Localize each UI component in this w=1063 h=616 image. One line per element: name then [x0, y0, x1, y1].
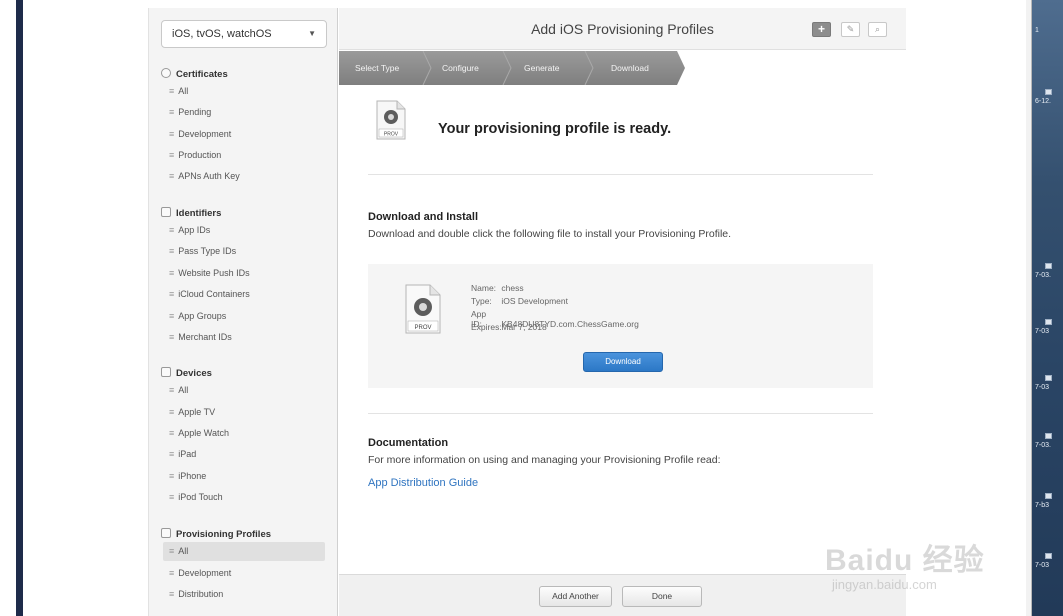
divider: [368, 413, 873, 414]
profile-type: iOS Development: [501, 296, 568, 306]
sidebar-item-merchant-ids[interactable]: ≡ Merchant IDs: [163, 328, 325, 347]
main-content: Add iOS Provisioning Profiles + ✎ ⌕ Sele…: [339, 8, 906, 616]
certificate-icon: [161, 68, 171, 78]
step-download: Download: [611, 63, 649, 73]
ready-message: Your provisioning profile is ready.: [438, 121, 672, 137]
desktop-file-item[interactable]: 7-03: [1035, 374, 1061, 392]
section-certificates[interactable]: Certificates: [161, 68, 228, 80]
pencil-icon: ✎: [846, 24, 855, 34]
sidebar-item-pass-type-ids[interactable]: ≡ Pass Type IDs: [163, 242, 325, 261]
sidebar-item-pending[interactable]: ≡ Pending: [163, 103, 325, 122]
divider: [368, 174, 873, 175]
step-progress-bar: Select Type Configure Generate Download: [339, 51, 685, 85]
sidebar-item-apns-auth-key[interactable]: ≡ APNs Auth Key: [163, 167, 325, 186]
desktop-file-item[interactable]: 7-b3: [1035, 492, 1061, 510]
provisioning-profile-file-icon[interactable]: PROV: [404, 284, 442, 334]
desktop-file-item[interactable]: 7-03.: [1035, 262, 1061, 280]
profile-expires-row: Expires: Mar 7, 2018: [471, 322, 547, 332]
desktop-file-item[interactable]: 7-03: [1035, 318, 1061, 336]
desktop-file-item[interactable]: 7-03: [1035, 552, 1061, 570]
footer-bar: Add Another Done: [339, 574, 906, 616]
section-provisioning-profiles[interactable]: Provisioning Profiles: [161, 528, 271, 540]
desktop-file-item[interactable]: 7-03.: [1035, 432, 1061, 450]
file-icon: [1045, 553, 1052, 560]
sidebar-item-profiles-development[interactable]: ≡ Development: [163, 564, 325, 583]
chevron-right-icon: [584, 51, 594, 85]
edit-button[interactable]: ✎: [841, 22, 860, 37]
profile-file-card: PROV Name: chess Type: iOS Development A…: [368, 264, 873, 388]
step-select-type: Select Type: [355, 63, 400, 73]
section-devices[interactable]: Devices: [161, 367, 212, 379]
sidebar-item-app-groups[interactable]: ≡ App Groups: [163, 307, 325, 326]
prov-label: PROV: [384, 132, 399, 138]
sidebar-item-app-ids[interactable]: ≡ App IDs: [163, 221, 325, 240]
app-distribution-guide-link[interactable]: App Distribution Guide: [368, 477, 478, 489]
sidebar-item-ipad[interactable]: ≡ iPad: [163, 445, 325, 464]
file-icon: [1045, 375, 1052, 382]
desktop-file-item[interactable]: 6-12.: [1035, 88, 1061, 106]
sidebar-item-devices-all[interactable]: ≡ All: [163, 381, 325, 400]
file-icon: [1045, 263, 1052, 270]
desktop-background: 1 6-12. 7-03. 7-03 7-03 7-03. 7-b3 7-03: [1032, 0, 1063, 616]
sidebar-item-icloud-containers[interactable]: ≡ iCloud Containers: [163, 285, 325, 304]
desktop-file-item[interactable]: 1: [1035, 26, 1061, 35]
profile-icon: [161, 528, 171, 538]
profile-name: chess: [501, 283, 524, 293]
background-strip-left: [16, 0, 23, 616]
sidebar-item-iphone[interactable]: ≡ iPhone: [163, 467, 325, 486]
profile-type-row: Type: iOS Development: [471, 296, 568, 306]
watermark-url: jingyan.baidu.com: [832, 577, 937, 592]
add-button[interactable]: +: [812, 22, 831, 37]
platform-select-value: iOS, tvOS, watchOS: [172, 28, 272, 40]
search-icon: ⌕: [874, 24, 881, 34]
identifier-icon: [161, 207, 171, 217]
watermark-logo: Baidu 经验: [825, 544, 985, 577]
sidebar-item-profiles-distribution[interactable]: ≡ Distribution: [163, 585, 325, 604]
section-identifiers[interactable]: Identifiers: [161, 207, 221, 219]
documentation-heading: Documentation: [368, 437, 449, 449]
search-button[interactable]: ⌕: [868, 22, 887, 37]
file-icon: [1045, 319, 1052, 326]
sidebar-item-apple-tv[interactable]: ≡ Apple TV: [163, 403, 325, 422]
device-icon: [161, 367, 171, 377]
sidebar-item-website-push-ids[interactable]: ≡ Website Push IDs: [163, 264, 325, 283]
download-button[interactable]: Download: [583, 352, 663, 372]
chevron-down-icon: ▼: [308, 29, 316, 38]
sidebar-item-apple-watch[interactable]: ≡ Apple Watch: [163, 424, 325, 443]
step-configure: Configure: [442, 63, 479, 73]
provisioning-profile-icon: PROV: [376, 100, 406, 140]
add-another-button[interactable]: Add Another: [539, 586, 612, 607]
install-heading: Download and Install: [368, 211, 479, 223]
install-description: Download and double click the following …: [368, 228, 732, 240]
sidebar-item-profiles-all[interactable]: ≡ All: [163, 542, 325, 561]
step-generate: Generate: [524, 63, 560, 73]
sidebar-item-production[interactable]: ≡ Production: [163, 146, 325, 165]
prov-label: PROV: [414, 325, 431, 331]
sidebar-item-certificates-all[interactable]: ≡ All: [163, 82, 325, 101]
done-button[interactable]: Done: [622, 586, 702, 607]
file-icon: [1045, 89, 1052, 96]
sidebar: iOS, tvOS, watchOS ▼ Certificates ≡ All ≡…: [148, 8, 338, 616]
documentation-description: For more information on using and managi…: [368, 454, 721, 466]
chevron-right-icon: [502, 51, 512, 85]
sidebar-item-development[interactable]: ≡ Development: [163, 125, 325, 144]
chevron-right-icon: [422, 51, 432, 85]
title-bar: Add iOS Provisioning Profiles + ✎ ⌕: [339, 8, 906, 50]
profile-expires: Mar 7, 2018: [501, 322, 547, 332]
file-icon: [1045, 493, 1052, 500]
sidebar-item-ipod-touch[interactable]: ≡ iPod Touch: [163, 488, 325, 507]
file-icon: [1045, 433, 1052, 440]
platform-select[interactable]: iOS, tvOS, watchOS ▼: [161, 20, 327, 48]
profile-name-row: Name: chess: [471, 283, 524, 293]
